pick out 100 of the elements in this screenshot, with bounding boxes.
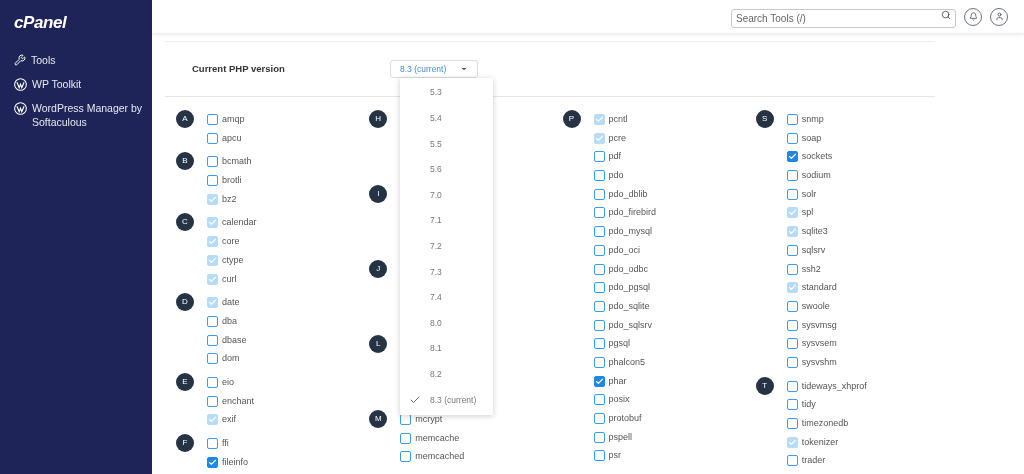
extension-label: memcached	[415, 451, 465, 463]
sidebar-item[interactable]: WP Toolkit	[14, 77, 152, 91]
checkbox[interactable]	[207, 132, 218, 144]
checkbox[interactable]	[786, 455, 798, 467]
checkbox[interactable]	[593, 319, 605, 331]
checkbox[interactable]	[786, 132, 798, 144]
version-option[interactable]: 7.1	[400, 207, 493, 234]
php-version-select[interactable]: 8.3 (current)	[390, 60, 478, 78]
checkbox[interactable]	[786, 418, 798, 429]
extension-label: pspell	[608, 431, 632, 443]
extension-label: pcntl	[608, 114, 628, 125]
checkbox[interactable]	[786, 380, 798, 392]
letter-badge: T	[755, 376, 774, 395]
checkbox[interactable]	[786, 338, 798, 350]
checkbox[interactable]	[786, 170, 798, 182]
extension-label: ffi	[222, 438, 229, 449]
caret-icon	[460, 65, 468, 73]
extension-label: spl	[801, 207, 814, 219]
extension-label: apcu	[222, 132, 242, 144]
letter-badge: L	[369, 335, 388, 353]
checkbox[interactable]	[593, 394, 605, 406]
version-option[interactable]: 7.4	[400, 284, 493, 311]
extension-label: sysvsem	[801, 338, 837, 350]
version-option[interactable]: 8.2	[400, 361, 493, 388]
checkbox[interactable]	[400, 432, 412, 444]
extension-label: pdo_mysql	[608, 226, 653, 238]
checkbox[interactable]	[786, 399, 798, 411]
checkbox[interactable]	[593, 151, 605, 163]
checkbox[interactable]	[593, 170, 605, 182]
version-option[interactable]: 8.3 (current)	[400, 387, 493, 413]
checkbox[interactable]	[400, 414, 412, 425]
checkbox[interactable]	[593, 207, 605, 219]
checkbox[interactable]	[207, 456, 218, 468]
version-option[interactable]: 5.6	[400, 156, 493, 183]
checkbox[interactable]	[786, 151, 798, 163]
checkbox[interactable]	[593, 226, 605, 238]
checkbox[interactable]	[786, 188, 798, 200]
checkbox[interactable]	[207, 334, 218, 346]
checkbox[interactable]	[207, 438, 218, 449]
extension-label: pdo_sqlite	[608, 300, 650, 312]
version-option[interactable]: 5.4	[400, 105, 493, 132]
checkbox[interactable]	[593, 413, 605, 424]
checkbox[interactable]	[207, 315, 218, 327]
letter-badge: E	[176, 372, 194, 391]
extension-label: soap	[801, 132, 822, 144]
letter-badge: C	[176, 213, 194, 232]
extension-label: snmp	[801, 114, 824, 125]
letter-badge: J	[369, 260, 388, 278]
version-option[interactable]: 8.1	[400, 335, 493, 362]
checkbox[interactable]	[207, 156, 218, 168]
extension-label: mcrypt	[415, 414, 443, 425]
checkbox[interactable]	[593, 300, 605, 312]
extension-label: curl	[222, 273, 237, 285]
search-field[interactable]: Search Tools (/)	[731, 8, 956, 28]
checkbox[interactable]	[207, 395, 218, 407]
extension-label: dba	[222, 315, 238, 327]
checkbox[interactable]	[593, 338, 605, 350]
checkbox[interactable]	[786, 263, 798, 275]
checkbox[interactable]	[207, 376, 218, 388]
sidebar-item[interactable]: WordPress Manager by Softaculous	[14, 101, 152, 129]
sidebar-item[interactable]: Tools	[14, 53, 152, 67]
version-option[interactable]: 7.3	[400, 259, 493, 285]
letter-badge: F	[176, 434, 194, 452]
checkbox[interactable]	[207, 353, 218, 365]
extension-label: pdo_oci	[608, 244, 641, 256]
version-option[interactable]: 8.0	[400, 310, 493, 336]
extension-label: date	[222, 297, 240, 309]
extension-label: pdo_dblib	[608, 188, 648, 200]
checkbox[interactable]	[593, 375, 605, 387]
extension-label: pdo	[608, 170, 624, 182]
version-option[interactable]: 7.2	[400, 233, 493, 260]
extension-label: pdo_pgsql	[608, 282, 651, 294]
checkbox[interactable]	[593, 450, 605, 462]
search-icon[interactable]	[941, 9, 951, 20]
checkbox[interactable]	[207, 175, 218, 187]
checkbox[interactable]	[786, 356, 798, 368]
extension-label: pdo_firebird	[608, 207, 657, 219]
extension-label: solr	[801, 188, 817, 200]
letter-badge: A	[176, 110, 194, 128]
checkbox[interactable]	[593, 188, 605, 200]
version-option[interactable]: 5.3	[400, 80, 493, 106]
checkbox[interactable]	[207, 114, 218, 125]
version-option[interactable]: 5.5	[400, 131, 493, 157]
checkbox[interactable]	[593, 356, 605, 368]
extension-label: bcmath	[222, 156, 252, 168]
checkbox[interactable]	[593, 263, 605, 275]
checkbox[interactable]	[593, 244, 605, 256]
checkbox[interactable]	[593, 431, 605, 443]
extension-label: pdo_sqlsrv	[608, 319, 653, 331]
checkbox[interactable]	[593, 282, 605, 294]
letter-badge: I	[369, 185, 388, 203]
version-option[interactable]: 7.0	[400, 182, 493, 208]
checkbox[interactable]	[786, 114, 798, 125]
checkbox[interactable]	[400, 451, 412, 463]
extension-label: enchant	[222, 395, 255, 407]
checkbox[interactable]	[786, 244, 798, 256]
extension-label: eio	[222, 376, 234, 388]
checkbox[interactable]	[786, 319, 798, 331]
extension-label: sodium	[801, 170, 831, 182]
checkbox[interactable]	[786, 300, 798, 312]
